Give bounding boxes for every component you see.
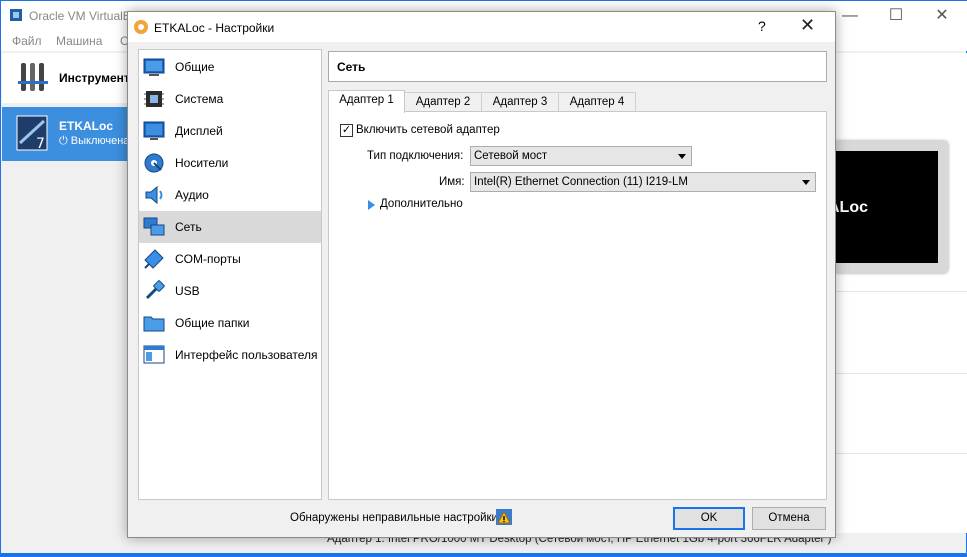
adapter-tab-panel: ✓ Включить сетевой адаптер Тип подключен… — [328, 111, 827, 500]
divider — [833, 291, 967, 292]
settings-dialog: ETKALoc - Настройки ? ✕ Общие Система Ди… — [127, 11, 836, 538]
nav-label: COM-порты — [175, 252, 241, 266]
vm-os-icon: 7 — [16, 115, 48, 152]
tools-item[interactable]: Инструменты — [2, 53, 140, 103]
enable-adapter-label[interactable]: Включить сетевой адаптер — [356, 124, 500, 136]
close-main-button[interactable]: ✕ — [919, 1, 965, 31]
storage-disc-icon — [144, 153, 164, 173]
display-monitor-icon — [143, 121, 165, 140]
settings-nav-list: Общие Система Дисплей Носители Аудио Сет… — [138, 49, 322, 500]
virtualbox-logo-icon — [10, 9, 22, 21]
expand-arrow-icon[interactable] — [368, 200, 375, 210]
audio-speaker-icon — [145, 185, 163, 205]
enable-adapter-checkbox[interactable]: ✓ — [340, 124, 353, 137]
section-title: Сеть — [337, 60, 366, 74]
user-interface-icon — [143, 345, 165, 364]
warning-icon[interactable] — [496, 509, 512, 525]
nav-label: Носители — [175, 156, 229, 170]
nav-label: Сеть — [175, 220, 202, 234]
advanced-toggle[interactable]: Дополнительно — [380, 198, 463, 210]
network-icon — [143, 217, 165, 236]
nav-label: Система — [175, 92, 224, 106]
tab-adapter-2[interactable]: Адаптер 2 — [404, 92, 482, 112]
svg-text:7: 7 — [36, 136, 45, 152]
menu-machine[interactable]: Машина — [56, 34, 102, 48]
tab-adapter-3[interactable]: Адаптер 3 — [481, 92, 559, 112]
serial-port-icon — [144, 249, 164, 269]
adapter-tabs: Адаптер 1 Адаптер 2 Адаптер 3 Адаптер 4 — [328, 90, 828, 113]
general-icon — [143, 58, 165, 76]
help-button[interactable]: ? — [758, 18, 766, 34]
menu-file[interactable]: Файл — [12, 34, 42, 48]
name-label: Имя: — [439, 176, 465, 188]
nav-item-system[interactable]: Система — [139, 83, 321, 115]
divider — [833, 373, 967, 374]
ok-button[interactable]: OK — [673, 507, 745, 530]
adapter-name-value: Intel(R) Ethernet Connection (11) I219-L… — [474, 176, 688, 188]
adapter-name-select[interactable]: Intel(R) Ethernet Connection (11) I219-L… — [470, 172, 816, 192]
nav-label: Интерфейс пользователя — [175, 348, 318, 362]
nav-label: Общие папки — [175, 316, 250, 330]
tab-adapter-1[interactable]: Адаптер 1 — [328, 90, 405, 113]
nav-item-storage[interactable]: Носители — [139, 147, 321, 179]
usb-icon — [145, 280, 165, 300]
tab-adapter-4[interactable]: Адаптер 4 — [558, 92, 636, 112]
nav-label: Общие — [175, 60, 215, 74]
vm-list-item[interactable]: 7 ETKALoc ⏻ Выключена — [2, 107, 129, 161]
nav-label: Дисплей — [175, 124, 223, 138]
close-dialog-button[interactable]: ✕ — [800, 15, 815, 36]
attached-to-label: Тип подключения: — [367, 150, 464, 162]
vm-preview-screen: ETKALoc — [834, 151, 938, 263]
chevron-down-icon — [802, 180, 810, 185]
nav-item-network[interactable]: Сеть — [139, 211, 321, 243]
vm-name: ETKALoc — [59, 119, 113, 133]
nav-item-audio[interactable]: Аудио — [139, 179, 321, 211]
tools-icon — [18, 63, 48, 91]
nav-item-usb[interactable]: USB — [139, 275, 321, 307]
nav-item-user-interface[interactable]: Интерфейс пользователя — [139, 339, 321, 371]
invalid-settings-warning: Обнаружены неправильные настройки — [290, 512, 498, 524]
divider — [833, 453, 967, 454]
cancel-button[interactable]: Отмена — [752, 507, 826, 530]
attached-to-value: Сетевой мост — [474, 150, 548, 162]
window-border — [1, 553, 967, 556]
chevron-down-icon — [678, 154, 686, 159]
settings-gear-icon — [134, 20, 148, 34]
nav-item-shared-folders[interactable]: Общие папки — [139, 307, 321, 339]
dialog-title-bar: ETKALoc - Настройки ? ✕ — [128, 12, 835, 42]
nav-item-display[interactable]: Дисплей — [139, 115, 321, 147]
nav-label: USB — [175, 284, 200, 298]
maximize-button[interactable]: ☐ — [873, 1, 919, 31]
nav-label: Аудио — [175, 188, 209, 202]
nav-item-general[interactable]: Общие — [139, 51, 321, 83]
dialog-title: ETKALoc - Настройки — [154, 21, 275, 35]
vm-state: ⏻ Выключена — [59, 135, 130, 147]
vm-preview: ETKALoc — [834, 141, 948, 273]
attached-to-select[interactable]: Сетевой мост — [470, 146, 692, 166]
system-chip-icon — [144, 91, 164, 107]
details-pane — [833, 53, 967, 533]
nav-item-serial-ports[interactable]: COM-порты — [139, 243, 321, 275]
section-header: Сеть — [328, 51, 827, 82]
shared-folder-icon — [143, 316, 165, 332]
